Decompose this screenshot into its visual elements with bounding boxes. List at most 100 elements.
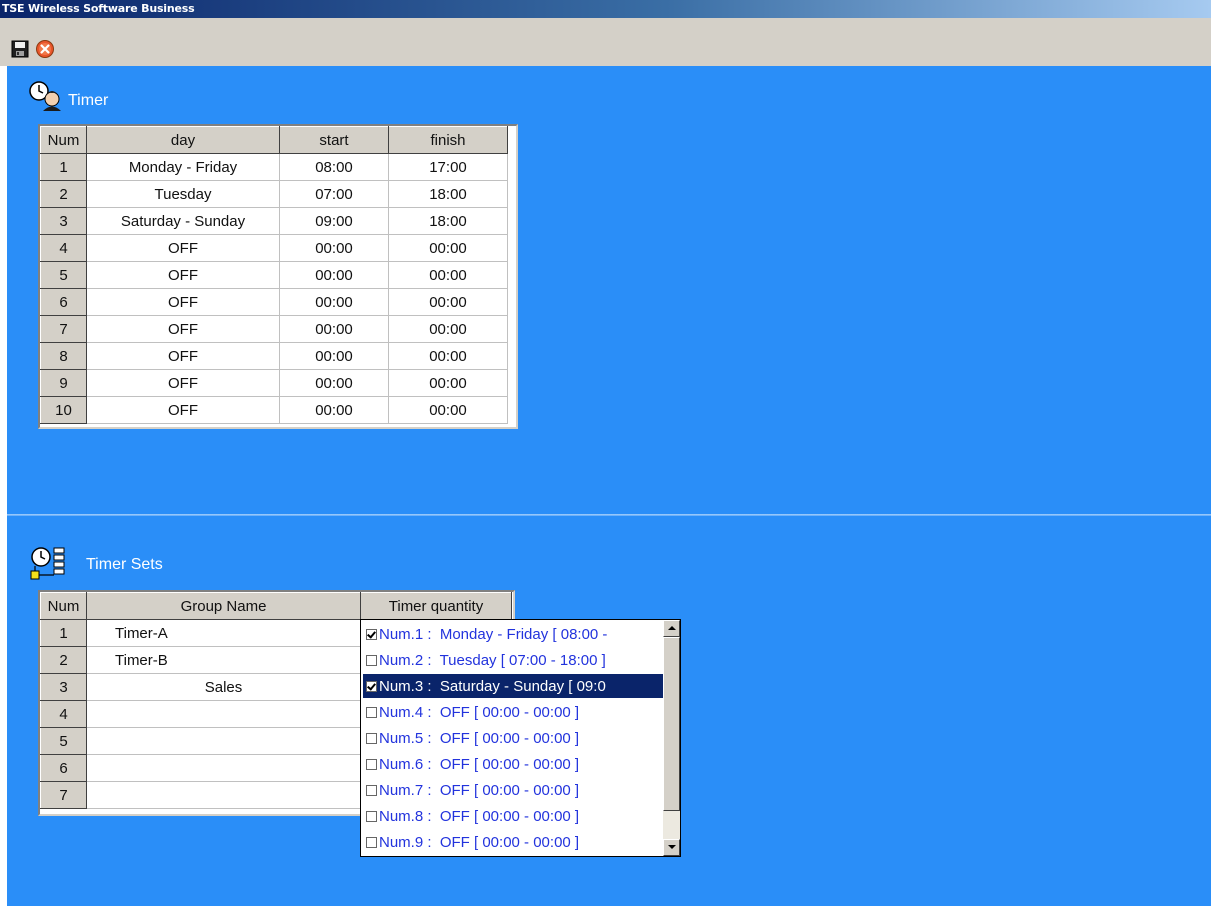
timer-sets-cell[interactable]: Timer-B: [86, 646, 361, 674]
timer-cell[interactable]: 09:00: [279, 207, 389, 235]
timer-row[interactable]: 6 OFF 00:00 00:00: [40, 288, 508, 316]
timer-cell[interactable]: 07:00: [279, 180, 389, 208]
timer-sets-cell[interactable]: [86, 781, 361, 809]
dropdown-scrollbar[interactable]: [663, 620, 680, 856]
timer-row[interactable]: 3 Saturday - Sunday 09:00 18:00: [40, 207, 508, 235]
timer-sets-cell[interactable]: [86, 700, 361, 728]
timer-cell[interactable]: 00:00: [388, 342, 508, 370]
timer-option-checkbox[interactable]: [366, 732, 377, 744]
timer-column-header[interactable]: start: [279, 126, 389, 154]
timer-quantity-dropdown[interactable]: Num.1 : Monday - Friday [ 08:00 - Num.2 …: [360, 619, 681, 857]
clock-list-icon: [30, 547, 65, 580]
timer-option[interactable]: Num.6 : OFF [ 00:00 - 00:00 ]: [363, 752, 663, 776]
row-number: 2: [40, 646, 87, 674]
timer-cell[interactable]: OFF: [86, 234, 280, 262]
row-number: 6: [40, 288, 87, 316]
timer-cell[interactable]: Tuesday: [86, 180, 280, 208]
timer-sets-cell[interactable]: Sales: [86, 673, 361, 701]
timer-cell[interactable]: OFF: [86, 342, 280, 370]
timer-sets-cell[interactable]: [86, 754, 361, 782]
close-button[interactable]: [34, 38, 56, 60]
timer-option-checkbox[interactable]: [366, 706, 377, 718]
timer-cell[interactable]: OFF: [86, 315, 280, 343]
timer-cell[interactable]: 00:00: [279, 315, 389, 343]
scroll-down-button[interactable]: [663, 839, 680, 856]
timer-row[interactable]: 10 OFF 00:00 00:00: [40, 396, 508, 424]
timer-option[interactable]: Num.8 : OFF [ 00:00 - 00:00 ]: [363, 804, 663, 828]
timer-sets-cell[interactable]: Timer-A: [86, 619, 361, 647]
timer-option-label: Num.2 : Tuesday [ 07:00 - 18:00 ]: [379, 651, 606, 669]
timer-row[interactable]: 1 Monday - Friday 08:00 17:00: [40, 153, 508, 181]
timer-cell[interactable]: 18:00: [388, 207, 508, 235]
timer-cell[interactable]: 00:00: [279, 234, 389, 262]
timer-option[interactable]: Num.2 : Tuesday [ 07:00 - 18:00 ]: [363, 648, 663, 672]
timer-option-checkbox[interactable]: [366, 628, 377, 640]
timer-cell[interactable]: OFF: [86, 369, 280, 397]
section-divider: [7, 514, 1211, 516]
row-number: 8: [40, 342, 87, 370]
timer-row[interactable]: 4 OFF 00:00 00:00: [40, 234, 508, 262]
row-number: 5: [40, 261, 87, 289]
row-number: 10: [40, 396, 87, 424]
timer-section-title: Timer: [68, 92, 109, 109]
scroll-up-button[interactable]: [663, 620, 680, 637]
timer-row[interactable]: 9 OFF 00:00 00:00: [40, 369, 508, 397]
timer-cell[interactable]: 00:00: [279, 396, 389, 424]
timer-option[interactable]: Num.4 : OFF [ 00:00 - 00:00 ]: [363, 700, 663, 724]
timer-option[interactable]: Num.3 : Saturday - Sunday [ 09:0: [363, 674, 663, 698]
window-title: TSE Wireless Software Business: [2, 2, 195, 15]
timer-column-header[interactable]: Num: [40, 126, 87, 154]
timer-header-row: Num day start finish: [40, 126, 508, 154]
timer-option-checkbox[interactable]: [366, 784, 377, 796]
timer-cell[interactable]: Saturday - Sunday: [86, 207, 280, 235]
timer-column-header[interactable]: finish: [388, 126, 508, 154]
timer-option-label: Num.3 : Saturday - Sunday [ 09:0: [379, 677, 606, 695]
timer-cell[interactable]: 00:00: [279, 261, 389, 289]
timer-row[interactable]: 5 OFF 00:00 00:00: [40, 261, 508, 289]
timer-cell[interactable]: 00:00: [279, 369, 389, 397]
timer-option-checkbox[interactable]: [366, 836, 377, 848]
row-number: 3: [40, 673, 87, 701]
timer-option[interactable]: Num.1 : Monday - Friday [ 08:00 -: [363, 622, 663, 646]
clock-person-icon: [29, 81, 61, 111]
timer-option[interactable]: Num.7 : OFF [ 00:00 - 00:00 ]: [363, 778, 663, 802]
timer-cell[interactable]: OFF: [86, 396, 280, 424]
timer-cell[interactable]: 00:00: [279, 342, 389, 370]
timer-table: Num day start finish 1 Monday - Friday 08:00 17…: [40, 126, 508, 424]
timer-option-checkbox[interactable]: [366, 654, 377, 666]
timer-row[interactable]: 2 Tuesday 07:00 18:00: [40, 180, 508, 208]
timer-sets-cell[interactable]: [86, 727, 361, 755]
timer-row[interactable]: 8 OFF 00:00 00:00: [40, 342, 508, 370]
timer-option[interactable]: Num.9 : OFF [ 00:00 - 00:00 ]: [363, 830, 663, 854]
timer-cell[interactable]: OFF: [86, 288, 280, 316]
timer-option-label: Num.6 : OFF [ 00:00 - 00:00 ]: [379, 755, 580, 773]
timer-cell[interactable]: 08:00: [279, 153, 389, 181]
timer-cell[interactable]: 18:00: [388, 180, 508, 208]
timer-cell[interactable]: 00:00: [388, 315, 508, 343]
timer-option-checkbox[interactable]: [366, 810, 377, 822]
timer-cell[interactable]: 17:00: [388, 153, 508, 181]
timer-cell[interactable]: 00:00: [388, 396, 508, 424]
timer-cell[interactable]: Monday - Friday: [86, 153, 280, 181]
timer-grid[interactable]: Num day start finish 1 Monday - Friday 08:00 17…: [38, 124, 518, 429]
scroll-thumb[interactable]: [663, 637, 680, 811]
timer-sets-column-header[interactable]: Group Name: [86, 592, 361, 620]
timer-column-header[interactable]: day: [86, 126, 280, 154]
timer-option-label: Num.8 : OFF [ 00:00 - 00:00 ]: [379, 807, 580, 825]
timer-cell[interactable]: 00:00: [388, 234, 508, 262]
timer-option[interactable]: Num.5 : OFF [ 00:00 - 00:00 ]: [363, 726, 663, 750]
timer-cell[interactable]: 00:00: [388, 369, 508, 397]
timer-cell[interactable]: 00:00: [388, 261, 508, 289]
timer-cell[interactable]: 00:00: [388, 288, 508, 316]
timer-sets-column-header[interactable]: Num: [40, 592, 87, 620]
timer-option-checkbox[interactable]: [366, 680, 377, 692]
timer-cell[interactable]: 00:00: [279, 288, 389, 316]
timer-row[interactable]: 7 OFF 00:00 00:00: [40, 315, 508, 343]
row-number: 4: [40, 234, 87, 262]
timer-sets-column-header[interactable]: Timer quantity: [360, 592, 512, 620]
timer-option-checkbox[interactable]: [366, 758, 377, 770]
row-number: 4: [40, 700, 87, 728]
timer-cell[interactable]: OFF: [86, 261, 280, 289]
row-number: 2: [40, 180, 87, 208]
save-button[interactable]: [9, 38, 31, 60]
